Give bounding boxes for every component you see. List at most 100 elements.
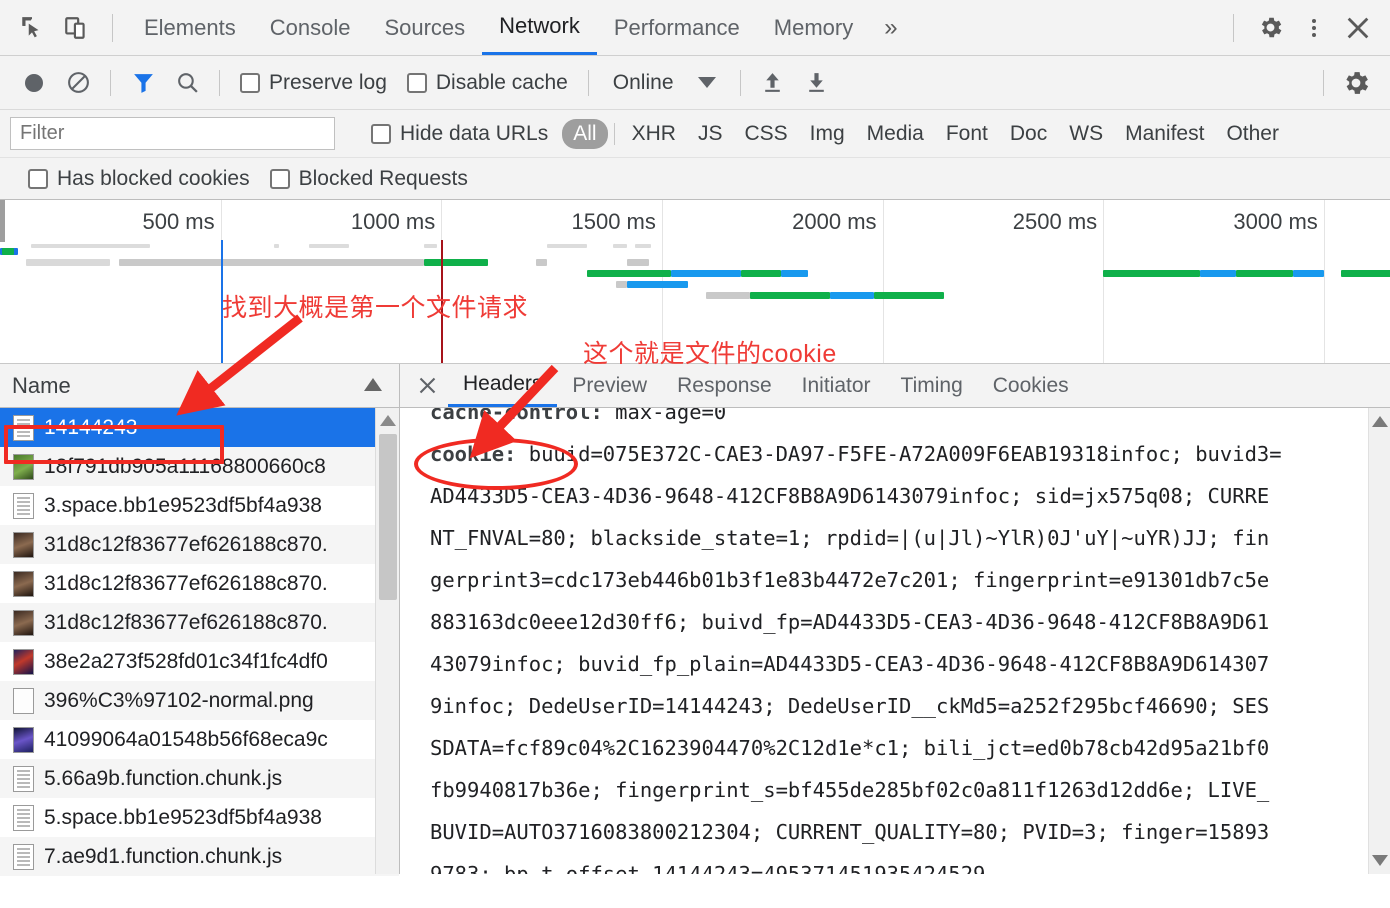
throttling-select[interactable]: Online bbox=[599, 71, 730, 95]
record-circle-icon[interactable] bbox=[12, 61, 56, 105]
request-list-scrollbar[interactable] bbox=[375, 408, 399, 874]
detail-tab-headers[interactable]: Headers bbox=[448, 364, 558, 407]
tab-memory[interactable]: Memory bbox=[757, 1, 870, 55]
kebab-menu-icon[interactable] bbox=[1292, 6, 1336, 50]
request-row[interactable]: 18f791db905a11168800660c8 bbox=[0, 447, 399, 486]
request-name: 38e2a273f528fd01c34f1fc4df0 bbox=[44, 649, 328, 673]
inspect-element-icon[interactable] bbox=[10, 6, 54, 50]
has-blocked-cookies-checkbox[interactable]: Has blocked cookies bbox=[18, 167, 260, 191]
blocked-requests-label: Blocked Requests bbox=[298, 166, 468, 190]
tab-elements[interactable]: Elements bbox=[127, 1, 253, 55]
tab-console[interactable]: Console bbox=[253, 1, 368, 55]
download-arrow-icon[interactable] bbox=[795, 61, 839, 105]
upload-arrow-icon[interactable] bbox=[751, 61, 795, 105]
overview-tick-label: 500 ms bbox=[142, 209, 215, 234]
overview-tick-label: 3000 ms bbox=[1233, 209, 1318, 234]
detail-tab-response[interactable]: Response bbox=[662, 364, 787, 407]
tab-performance[interactable]: Performance bbox=[597, 1, 757, 55]
header-line: cookie: buuid=075E372C-CAE3-DA97-F5FE-A7… bbox=[430, 433, 1350, 475]
sort-ascending-icon[interactable] bbox=[364, 378, 382, 391]
overview-request-bar bbox=[626, 259, 649, 266]
column-header-name[interactable]: Name bbox=[12, 373, 71, 399]
detail-scrollbar[interactable] bbox=[1368, 408, 1390, 874]
filter-type-js[interactable]: JS bbox=[687, 119, 734, 149]
blocked-requests-checkbox[interactable]: Blocked Requests bbox=[260, 167, 478, 191]
overview-minor-tick bbox=[613, 244, 627, 248]
search-icon[interactable] bbox=[165, 61, 209, 105]
overview-request-bar bbox=[119, 259, 424, 266]
request-row[interactable]: 31d8c12f83677ef626188c870. bbox=[0, 564, 399, 603]
filter-type-font[interactable]: Font bbox=[935, 119, 999, 149]
filter-type-img[interactable]: Img bbox=[799, 119, 856, 149]
close-icon[interactable] bbox=[1336, 6, 1380, 50]
request-list-header[interactable]: Name bbox=[0, 364, 399, 408]
tab-sources[interactable]: Sources bbox=[367, 1, 482, 55]
scroll-thumb[interactable] bbox=[379, 434, 397, 600]
overview-request-bar bbox=[423, 259, 488, 266]
filter-type-other[interactable]: Other bbox=[1215, 119, 1290, 149]
request-rows: 14144243 18f791db905a11168800660c8 3.space… bbox=[0, 408, 399, 876]
request-name: 31d8c12f83677ef626188c870. bbox=[44, 571, 328, 595]
request-list-pane: Name 14144243 18f791db905a11168800660c8 3.… bbox=[0, 364, 400, 876]
request-row[interactable]: 5.66a9b.function.chunk.js bbox=[0, 759, 399, 798]
hide-data-urls-box[interactable] bbox=[371, 123, 391, 144]
cookie-value-line: BUVID=AUTO3716083800212304; CURRENT_QUAL… bbox=[430, 820, 1270, 844]
detail-scroll-down-icon[interactable] bbox=[1372, 855, 1388, 866]
document-icon bbox=[13, 492, 34, 519]
hide-data-urls-checkbox[interactable]: Hide data URLs bbox=[361, 122, 558, 146]
request-row[interactable]: 14144243 bbox=[0, 408, 399, 447]
close-detail-icon[interactable] bbox=[406, 365, 448, 407]
request-row[interactable]: 5.space.bb1e9523df5bf4a938 bbox=[0, 798, 399, 837]
detail-tab-timing[interactable]: Timing bbox=[886, 364, 978, 407]
more-tabs-icon[interactable]: » bbox=[870, 1, 911, 55]
scroll-up-icon[interactable] bbox=[380, 415, 396, 426]
filter-type-manifest[interactable]: Manifest bbox=[1114, 119, 1215, 149]
preserve-log-checkbox[interactable]: Preserve log bbox=[230, 71, 397, 95]
filter-input[interactable] bbox=[10, 117, 335, 150]
header-key: cookie: bbox=[430, 442, 517, 466]
has-blocked-cookies-box[interactable] bbox=[28, 168, 48, 189]
request-row[interactable]: 7.ae9d1.function.chunk.js bbox=[0, 837, 399, 876]
detail-tab-preview[interactable]: Preview bbox=[557, 364, 662, 407]
overview-request-bar bbox=[1200, 270, 1236, 277]
network-settings-gear-icon[interactable] bbox=[1334, 61, 1378, 105]
request-name: 18f791db905a11168800660c8 bbox=[44, 454, 326, 478]
request-row[interactable]: 41099064a01548b56f68eca9c bbox=[0, 720, 399, 759]
image-icon bbox=[13, 453, 34, 480]
preserve-log-box[interactable] bbox=[240, 72, 260, 93]
request-row[interactable]: 3.space.bb1e9523df5bf4a938 bbox=[0, 486, 399, 525]
detail-tab-cookies[interactable]: Cookies bbox=[978, 364, 1084, 407]
preserve-log-label: Preserve log bbox=[269, 70, 387, 94]
filter-type-all[interactable]: All bbox=[562, 118, 608, 149]
filter-type-media[interactable]: Media bbox=[856, 119, 935, 149]
request-name: 31d8c12f83677ef626188c870. bbox=[44, 532, 328, 556]
toolbar-divider-right bbox=[1233, 13, 1234, 42]
has-blocked-cookies-label: Has blocked cookies bbox=[57, 166, 250, 190]
detail-tab-initiator[interactable]: Initiator bbox=[787, 364, 886, 407]
cookie-value-line: 883163dc0eee12d30ff6; buivd_fp=AD4433D5-… bbox=[430, 610, 1270, 634]
chevron-down-icon[interactable] bbox=[697, 77, 716, 88]
blocked-requests-box[interactable] bbox=[269, 168, 290, 189]
disable-cache-box[interactable] bbox=[406, 72, 427, 93]
request-row[interactable]: 31d8c12f83677ef626188c870. bbox=[0, 525, 399, 564]
cookie-value-line: fb9940817b36e; fingerprint_s=bf455de285b… bbox=[430, 778, 1270, 802]
request-row[interactable]: 31d8c12f83677ef626188c870. bbox=[0, 603, 399, 642]
filter-type-xhr[interactable]: XHR bbox=[621, 119, 687, 149]
clear-no-entry-icon[interactable] bbox=[56, 61, 100, 105]
gear-icon[interactable] bbox=[1248, 6, 1292, 50]
request-name: 5.66a9b.function.chunk.js bbox=[44, 766, 283, 790]
filter-type-ws[interactable]: WS bbox=[1058, 119, 1114, 149]
funnel-filter-icon[interactable] bbox=[121, 61, 165, 105]
disable-cache-label: Disable cache bbox=[435, 70, 568, 94]
disable-cache-checkbox[interactable]: Disable cache bbox=[397, 71, 578, 95]
filter-type-doc[interactable]: Doc bbox=[999, 119, 1058, 149]
overview-minor-tick bbox=[30, 244, 146, 248]
network-overview-timeline[interactable]: 500 ms 1000 ms 1500 ms 2000 ms 2500 ms 3000 m… bbox=[0, 200, 1390, 364]
request-row[interactable]: 38e2a273f528fd01c34f1fc4df0 bbox=[0, 642, 399, 681]
filter-type-css[interactable]: CSS bbox=[733, 119, 798, 149]
request-row[interactable]: 396%C3%97102-normal.png bbox=[0, 681, 399, 720]
tab-network[interactable]: Network bbox=[482, 1, 597, 55]
device-toolbar-icon[interactable] bbox=[54, 6, 98, 50]
netbar-divider-2 bbox=[219, 69, 220, 96]
detail-scroll-up-icon[interactable] bbox=[1372, 416, 1388, 427]
